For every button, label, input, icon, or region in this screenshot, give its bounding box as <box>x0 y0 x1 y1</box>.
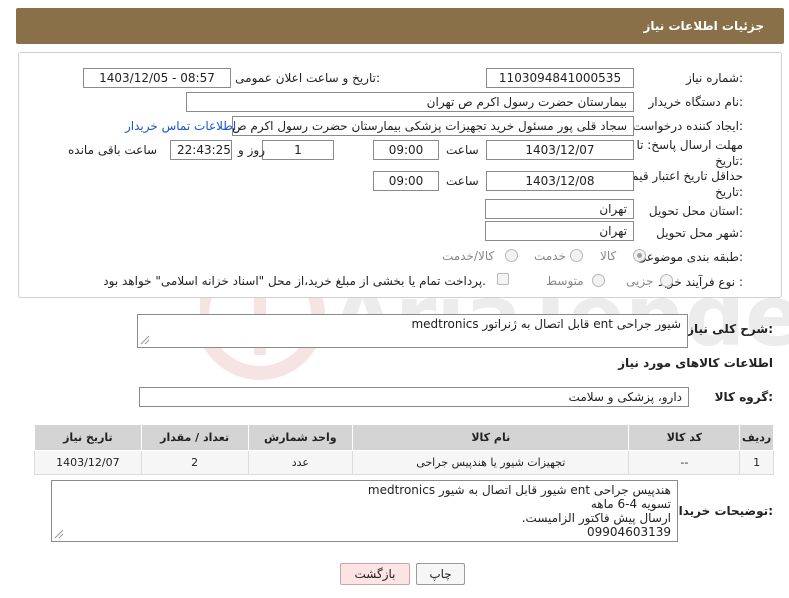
category-radio-service[interactable] <box>570 249 583 262</box>
category-option-both: کالا/خدمت <box>442 249 495 263</box>
summary-field[interactable]: شیور جراحی ent قابل اتصال به ژنراتور med… <box>137 314 688 348</box>
buyer-org-label: نام دستگاه خریدار: <box>648 95 744 109</box>
reply-deadline-label: مهلت ارسال پاسخ: تا تاریخ: <box>636 138 743 168</box>
category-radio-both[interactable] <box>505 249 518 262</box>
remaining-label: ساعت باقی مانده <box>68 143 158 157</box>
category-option-service: خدمت <box>534 249 566 263</box>
buyer-notes-line: هندپیس جراحی ent شیور قابل اتصال به شیور… <box>367 483 671 497</box>
price-time-field[interactable]: 09:00 <box>373 171 439 191</box>
remaining-time-field[interactable]: 22:43:25 <box>170 140 232 160</box>
category-option-goods: کالا <box>600 249 617 263</box>
reply-date-field[interactable]: 1403/12/07 <box>486 140 634 160</box>
process-radio-medium[interactable] <box>592 274 605 287</box>
contact-buyer-link[interactable]: اطلاعات تماس خریدار <box>125 119 236 133</box>
page-title: جزئیات اطلاعات نیاز <box>643 19 764 33</box>
process-option-partial: جزیی <box>626 274 654 288</box>
price-date-field[interactable]: 1403/12/08 <box>486 171 634 191</box>
creator-field[interactable]: سجاد قلی پور مسئول خرید تجهیزات پزشکی بی… <box>232 116 634 136</box>
treasury-payment-note: پرداخت تمام یا بخشی از مبلغ خرید،از محل … <box>103 274 486 288</box>
reply-time-field[interactable]: 09:00 <box>373 140 439 160</box>
goods-info-title: اطلاعات کالاهای مورد نیاز <box>618 356 773 370</box>
resize-grip-icon[interactable] <box>140 335 150 345</box>
print-button[interactable]: چاپ <box>416 563 465 585</box>
goods-group-field[interactable]: دارو، پزشکی و سلامت <box>139 387 689 407</box>
buyer-notes-line: تسویه 4-6 ماهه <box>590 497 671 511</box>
cell-name: تجهیزات شیور یا هندپیس جراحی <box>352 450 630 475</box>
col-header-code: کد کالا <box>628 424 741 451</box>
category-label: طبقه بندی موضوعی: <box>636 250 743 264</box>
process-radio-partial[interactable] <box>660 274 673 287</box>
buyer-notes-label: توضیحات خریدار: <box>671 504 773 518</box>
need-number-field[interactable]: 1103094841000535 <box>486 68 634 88</box>
summary-text: شیور جراحی ent قابل اتصال به ژنراتور med… <box>411 317 681 331</box>
province-label: استان محل تحویل: <box>648 204 743 218</box>
summary-label: شرح کلی نیاز: <box>687 322 773 336</box>
buyer-notes-line: 09904603139 <box>587 525 671 539</box>
cell-qty: 2 <box>140 450 249 475</box>
goods-group-label: گروه کالا: <box>714 390 773 404</box>
process-option-medium: متوسط <box>546 274 584 288</box>
buyer-notes-field[interactable]: هندپیس جراحی ent شیور قابل اتصال به شیور… <box>51 480 678 542</box>
creator-label: ایجاد کننده درخواست: <box>632 119 743 133</box>
days-field[interactable]: 1 <box>262 140 334 160</box>
province-field[interactable]: تهران <box>485 199 634 219</box>
cell-date: 1403/12/07 <box>34 450 142 475</box>
cell-unit: عدد <box>247 450 354 475</box>
cell-row-num: 1 <box>739 450 774 475</box>
treasury-payment-checkbox[interactable] <box>497 273 509 285</box>
city-field[interactable]: تهران <box>485 221 634 241</box>
reply-time-label: ساعت <box>446 143 479 157</box>
price-time-label: ساعت <box>446 174 479 188</box>
col-header-row-num: ردیف <box>739 424 774 451</box>
category-radio-goods[interactable] <box>633 249 646 262</box>
col-header-date: تاریخ نیاز <box>34 424 142 451</box>
cell-code: -- <box>628 450 741 475</box>
table-header-row: ردیف کد کالا نام کالا واحد شمارش تعداد /… <box>34 424 774 451</box>
items-table: ردیف کد کالا نام کالا واحد شمارش تعداد /… <box>34 424 774 475</box>
back-button[interactable]: بازگشت <box>340 563 410 585</box>
days-label: روز و <box>238 143 265 157</box>
buyer-notes-line: ارسال پیش فاکتور الزامیست. <box>521 511 671 525</box>
announce-label: تاریخ و ساعت اعلان عمومی: <box>235 71 380 85</box>
city-label: شهر محل تحویل: <box>656 226 743 240</box>
announce-field[interactable]: 1403/12/05 - 08:57 <box>83 68 231 88</box>
col-header-name: نام کالا <box>352 424 630 451</box>
buyer-org-field[interactable]: بیمارستان حضرت رسول اکرم ص تهران <box>186 92 634 112</box>
table-row[interactable]: 1 -- تجهیزات شیور یا هندپیس جراحی عدد 2 … <box>34 450 774 475</box>
resize-grip-icon[interactable] <box>54 529 64 539</box>
need-number-label: شماره نیاز: <box>685 71 743 85</box>
col-header-qty: تعداد / مقدار <box>140 424 249 451</box>
col-header-unit: واحد شمارش <box>247 424 354 451</box>
page-header: جزئیات اطلاعات نیاز <box>16 8 784 44</box>
